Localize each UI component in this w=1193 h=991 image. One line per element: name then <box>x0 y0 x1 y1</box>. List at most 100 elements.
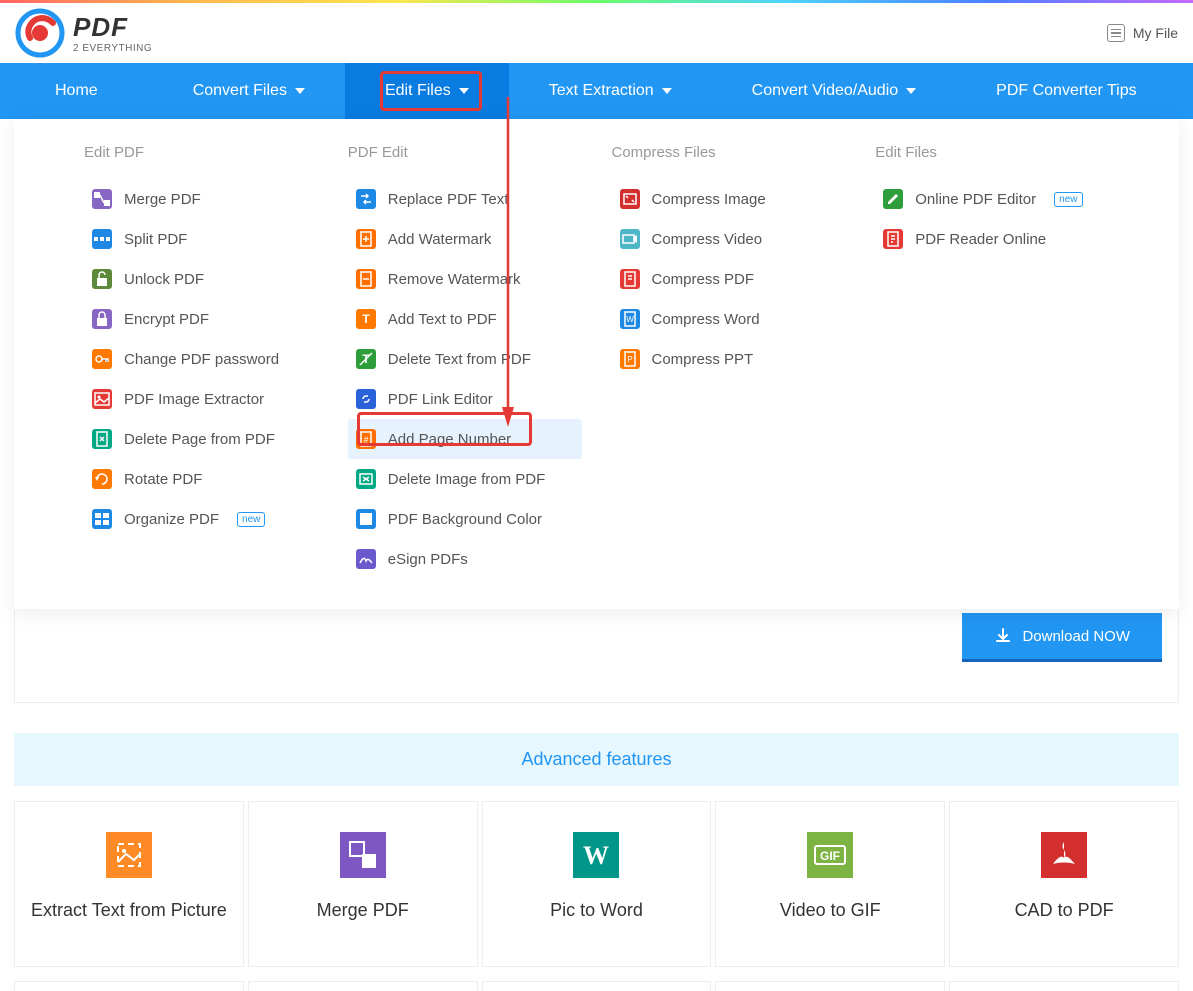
page-num-icon: # <box>356 429 376 449</box>
link-icon <box>356 389 376 409</box>
col-title: Edit PDF <box>84 144 318 161</box>
svg-text:T: T <box>362 312 370 326</box>
esign-icon <box>356 549 376 569</box>
dropdown-col-edit-pdf: Edit PDF Merge PDF Split PDF Unlock PDF Enc… <box>84 144 318 579</box>
card-label: Video to GIF <box>780 900 881 921</box>
menu-item-label: PDF Background Color <box>388 511 542 528</box>
menu-item-label: Delete Text from PDF <box>388 351 531 368</box>
comp-vid-icon <box>620 229 640 249</box>
menu-item-compress-video[interactable]: Compress Video <box>612 219 846 259</box>
menu-item-unlock-pdf[interactable]: Unlock PDF <box>84 259 318 299</box>
col-title: PDF Edit <box>348 144 582 161</box>
card-stub <box>715 981 945 991</box>
menu-item-label: Compress Image <box>652 191 766 208</box>
lock-icon <box>92 309 112 329</box>
menu-item-label: Add Text to PDF <box>388 311 497 328</box>
card-label: Merge PDF <box>317 900 409 921</box>
menu-item-change-pdf-password[interactable]: Change PDF password <box>84 339 318 379</box>
feature-cards: Extract Text from Picture Merge PDF WPic t… <box>14 801 1179 967</box>
menu-item-organize-pdf[interactable]: Organize PDFnew <box>84 499 318 539</box>
nav-text-extraction[interactable]: Text Extraction <box>509 63 712 119</box>
menu-item-online-pdf-editor[interactable]: Online PDF Editor new <box>875 179 1109 219</box>
chevron-down-icon <box>906 88 916 94</box>
bgcolor-icon <box>356 509 376 529</box>
menu-item-label: Unlock PDF <box>124 271 204 288</box>
split-icon <box>92 229 112 249</box>
menu-item-label: Split PDF <box>124 231 187 248</box>
GIF-icon: GIF <box>807 832 853 878</box>
menu-item-pdf-link-editor[interactable]: PDF Link Editor <box>348 379 582 419</box>
new-badge: new <box>1054 192 1082 207</box>
dropdown-col-edit-files: Edit Files Online PDF Editor new PDF Reade… <box>875 144 1109 579</box>
feature-card-pic-to-word[interactable]: WPic to Word <box>482 801 712 967</box>
unlock-icon <box>92 269 112 289</box>
nav-edit-files[interactable]: Edit Files <box>345 63 509 119</box>
menu-item-merge-pdf[interactable]: Merge PDF <box>84 179 318 219</box>
col-title: Edit Files <box>875 144 1109 161</box>
list-icon <box>1107 24 1125 42</box>
menu-item-compress-ppt[interactable]: PCompress PPT <box>612 339 846 379</box>
menu-item-add-page-number[interactable]: #Add Page Number <box>348 419 582 459</box>
chevron-down-icon <box>295 88 305 94</box>
download-label: Download NOW <box>1022 628 1130 645</box>
menu-item-label: Compress Video <box>652 231 763 248</box>
menu-item-rotate-pdf[interactable]: Rotate PDF <box>84 459 318 499</box>
download-bar: Download NOW <box>14 609 1179 703</box>
menu-item-add-text-to-pdf[interactable]: T Add Text to PDF <box>348 299 582 339</box>
editor-icon <box>883 189 903 209</box>
merge-icon <box>92 189 112 209</box>
col-title: Compress Files <box>612 144 846 161</box>
feature-card-video-to-gif[interactable]: GIF Video to GIF <box>715 801 945 967</box>
comp-word-icon: W <box>620 309 640 329</box>
menu-item-split-pdf[interactable]: Split PDF <box>84 219 318 259</box>
menu-item-delete-image-from-pdf[interactable]: Delete Image from PDF <box>348 459 582 499</box>
card-stub <box>482 981 712 991</box>
menu-item-pdf-reader-online[interactable]: PDF Reader Online <box>875 219 1109 259</box>
nav-home[interactable]: Home <box>0 63 153 119</box>
menu-item-label: PDF Image Extractor <box>124 391 264 408</box>
menu-item-delete-text-from-pdf[interactable]: TDelete Text from PDF <box>348 339 582 379</box>
menu-item-compress-image[interactable]: Compress Image <box>612 179 846 219</box>
menu-item-esign-pdfs[interactable]: eSign PDFs <box>348 539 582 579</box>
menu-item-label: eSign PDFs <box>388 551 468 568</box>
card-stub <box>14 981 244 991</box>
merge-icon <box>340 832 386 878</box>
menu-item-pdf-background-color[interactable]: PDF Background Color <box>348 499 582 539</box>
menu-item-delete-page-from-pdf[interactable]: Delete Page from PDF <box>84 419 318 459</box>
menu-item-replace-pdf-text[interactable]: Replace PDF Text <box>348 179 582 219</box>
menu-item-pdf-image-extractor[interactable]: PDF Image Extractor <box>84 379 318 419</box>
comp-img-icon <box>620 189 640 209</box>
menu-item-label: Organize PDF <box>124 511 219 528</box>
nav-convert-files[interactable]: Convert Files <box>153 63 345 119</box>
my-file-button[interactable]: My File <box>1107 24 1178 42</box>
menu-item-compress-word[interactable]: WCompress Word <box>612 299 846 339</box>
key-icon <box>92 349 112 369</box>
advanced-features-header: Advanced features <box>14 733 1179 786</box>
my-file-label: My File <box>1133 25 1178 41</box>
menu-item-remove-watermark[interactable]: Remove Watermark <box>348 259 582 299</box>
extract-icon <box>106 832 152 878</box>
feature-card-extract-text-from-picture[interactable]: Extract Text from Picture <box>14 801 244 967</box>
add-text-icon: T <box>356 309 376 329</box>
svg-text:W: W <box>626 315 634 324</box>
menu-item-encrypt-pdf[interactable]: Encrypt PDF <box>84 299 318 339</box>
feature-card-cad-to-pdf[interactable]: CAD to PDF <box>949 801 1179 967</box>
svg-text:#: # <box>363 435 368 445</box>
chevron-down-icon <box>662 88 672 94</box>
nav-tips[interactable]: PDF Converter Tips <box>956 63 1176 119</box>
logo-text-sub: 2 EVERYTHING <box>73 43 152 54</box>
feature-card-merge-pdf[interactable]: Merge PDF <box>248 801 478 967</box>
download-now-button[interactable]: Download NOW <box>962 613 1162 662</box>
organize-icon <box>92 509 112 529</box>
nav-convert-video[interactable]: Convert Video/Audio <box>712 63 956 119</box>
menu-item-compress-pdf[interactable]: Compress PDF <box>612 259 846 299</box>
card-stub <box>949 981 1179 991</box>
menu-item-label: Change PDF password <box>124 351 279 368</box>
dropdown-col-compress: Compress Files Compress Image Compress Vi… <box>612 144 846 579</box>
replace-icon <box>356 189 376 209</box>
feature-cards-row2 <box>14 981 1179 991</box>
watermark-icon <box>356 229 376 249</box>
menu-item-add-watermark[interactable]: Add Watermark <box>348 219 582 259</box>
logo[interactable]: PDF 2 EVERYTHING <box>15 8 152 58</box>
menu-item-label: Online PDF Editor <box>915 191 1036 208</box>
